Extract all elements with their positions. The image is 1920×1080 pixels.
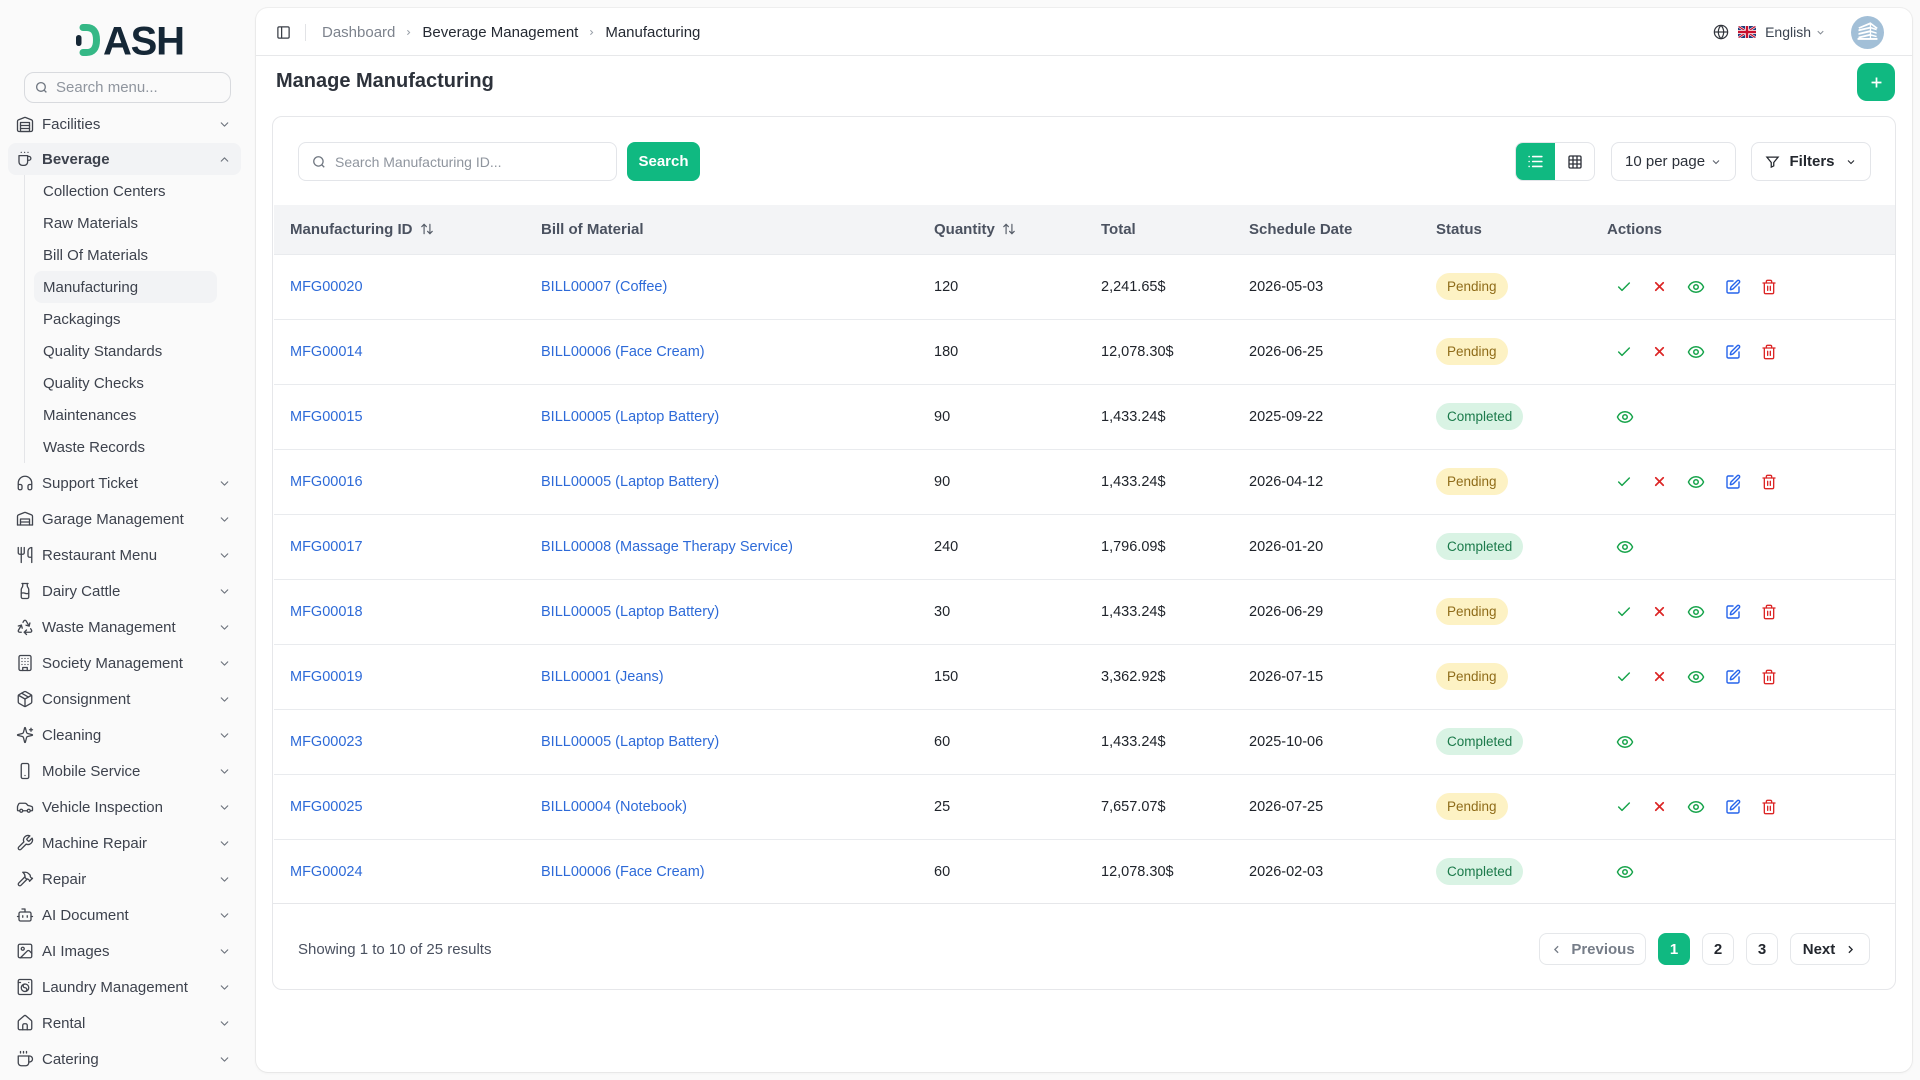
svg-text:ASH: ASH (103, 22, 184, 58)
